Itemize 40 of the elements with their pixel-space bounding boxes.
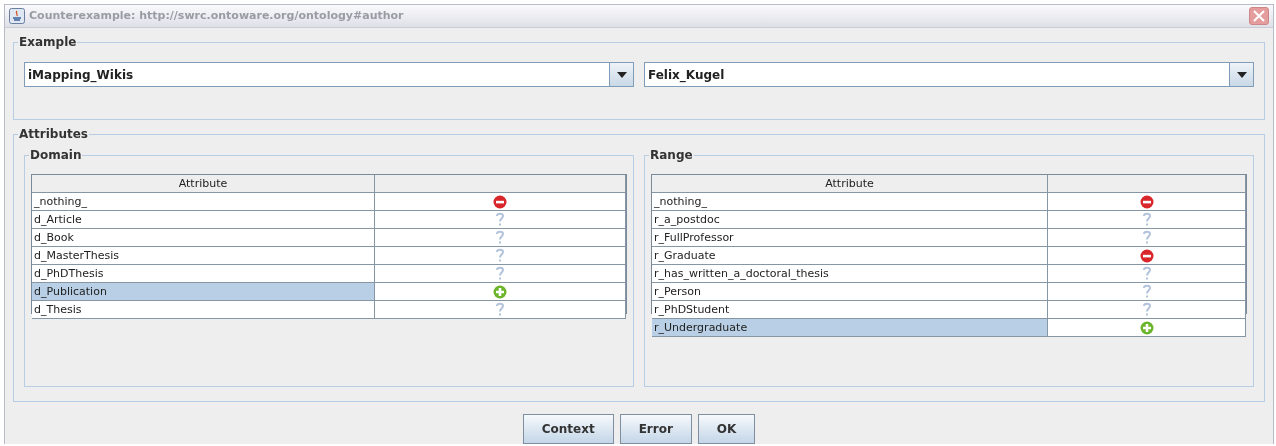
close-button[interactable] bbox=[1249, 7, 1269, 25]
dropdown[interactable]: iMapping_Wikis bbox=[24, 62, 634, 87]
question-icon bbox=[1141, 230, 1152, 245]
table-cell: d_Article bbox=[32, 211, 375, 229]
table-cell: _nothing_ bbox=[32, 193, 375, 211]
dialog-button[interactable]: OK bbox=[697, 414, 756, 444]
question-icon bbox=[495, 230, 505, 245]
dropdown-arrow-icon bbox=[616, 71, 627, 78]
table-cell: d_Thesis bbox=[32, 301, 375, 319]
column-header: Attribute bbox=[652, 175, 1048, 193]
question-icon bbox=[495, 266, 505, 281]
table-cell: r_a_postdoc bbox=[652, 211, 1048, 229]
table-cell: d_MasterThesis bbox=[32, 247, 375, 265]
question-icon bbox=[495, 248, 505, 263]
table-cell: r_has_written_a_doctoral_thesis bbox=[652, 265, 1048, 283]
dropdown[interactable]: Felix_Kugel bbox=[644, 62, 1254, 87]
table-cell: r_Undergraduate bbox=[652, 319, 1048, 337]
window-title: Counterexample: http://swrc.ontoware.org/ontology#author bbox=[29, 7, 404, 24]
question-icon bbox=[1141, 212, 1152, 227]
question-icon bbox=[1141, 266, 1152, 281]
table-cell: d_PhDThesis bbox=[32, 265, 375, 283]
table-cell: r_Graduate bbox=[652, 247, 1048, 265]
table-cell: d_Book bbox=[32, 229, 375, 247]
column-header: Attribute bbox=[32, 175, 375, 193]
table-cell: d_Publication bbox=[32, 283, 375, 301]
close-icon bbox=[1253, 10, 1265, 22]
app-icon bbox=[9, 8, 25, 24]
table-cell: r_FullProfessor bbox=[652, 229, 1048, 247]
panel-label: Range bbox=[649, 147, 694, 163]
dialog-button[interactable]: Context bbox=[522, 414, 614, 444]
table-cell: _nothing_ bbox=[652, 193, 1048, 211]
table-cell: r_Person bbox=[652, 283, 1048, 301]
question-icon bbox=[495, 212, 505, 227]
question-icon bbox=[1141, 284, 1152, 299]
dropdown-arrow-icon bbox=[1236, 71, 1247, 78]
dialog-button[interactable]: Error bbox=[619, 414, 692, 444]
question-icon bbox=[495, 302, 505, 317]
table-cell: r_PhDStudent bbox=[652, 301, 1048, 319]
section-label: Example bbox=[18, 34, 78, 50]
question-icon bbox=[1141, 302, 1152, 317]
